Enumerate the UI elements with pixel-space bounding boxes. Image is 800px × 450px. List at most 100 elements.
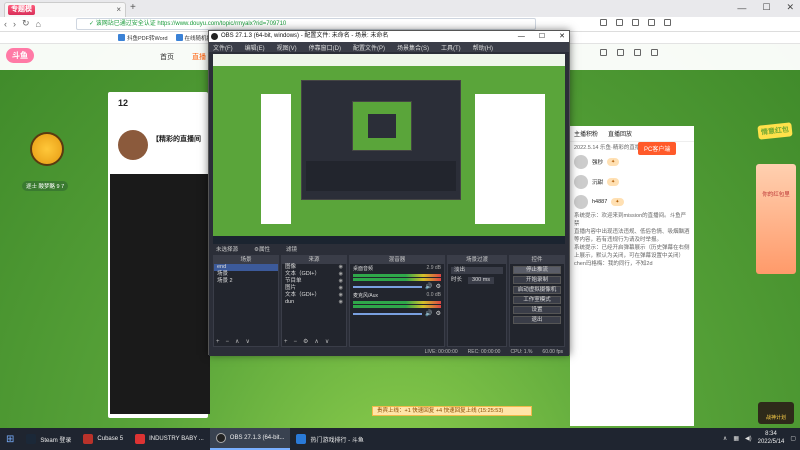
tray-up-icon[interactable]: ∧ [723, 435, 727, 442]
site-logo[interactable]: 斗鱼 [6, 48, 34, 63]
source-item[interactable]: 节目单 ◉ [282, 278, 346, 285]
taskbar-item[interactable]: INDUSTRY BABY ... [129, 428, 210, 450]
network-icon[interactable]: ▦ [733, 435, 739, 442]
menu-view[interactable]: 视图(V) [277, 43, 297, 52]
clock[interactable]: 8:34 2022/5/14 [758, 430, 785, 446]
volume-slider[interactable] [353, 285, 423, 288]
settings-button[interactable]: 设置 [513, 306, 561, 314]
menu-help[interactable]: 帮助(H) [473, 43, 493, 52]
obs-preview-canvas[interactable] [213, 54, 565, 244]
volume-icon[interactable]: ◀) [745, 435, 752, 442]
scenes-dock: 场景 end 场景 场景 2 + − ∧ ∨ [213, 255, 279, 347]
chat-user-row[interactable]: 强秒 ✦ [570, 152, 694, 172]
video-player[interactable] [110, 174, 210, 414]
add-icon[interactable]: + [216, 339, 220, 345]
chat-user-row[interactable]: 沉甜 ✦ [570, 172, 694, 192]
stop-streaming-button[interactable]: 停止推流 [513, 266, 561, 274]
taskbar-item[interactable]: OBS 27.1.3 (64-bit... [209, 428, 291, 450]
browser-tab[interactable]: 专题模 × [4, 2, 126, 17]
eye-icon[interactable]: ◉ [339, 285, 343, 292]
red-envelope-panel[interactable]: 你的红包里 [756, 164, 796, 274]
maximize-icon[interactable]: ☐ [762, 2, 770, 13]
transition-select[interactable]: 淡出 [451, 267, 503, 274]
taskbar-item[interactable]: 热门游戏排行 - 斗鱼 [290, 428, 369, 450]
start-button[interactable]: ⊞ [0, 428, 20, 450]
mixer-dock: 混音器 桌面音频 2.9 dB 🔊 ⚙ 麦克风/Aux 0.0 dB 🔊 ⚙ [349, 255, 445, 347]
close-icon[interactable]: ✕ [786, 2, 794, 13]
virtual-camera-button[interactable]: 启动虚拟摄像机 [513, 286, 561, 294]
chat-user-row[interactable]: h4887 ✦ [570, 192, 694, 212]
home-icon[interactable]: ⌂ [36, 19, 41, 29]
menu-icon[interactable] [648, 19, 655, 26]
back-icon[interactable]: ‹ [4, 19, 7, 29]
eye-icon[interactable]: ◉ [339, 271, 343, 278]
remove-icon[interactable]: − [226, 339, 230, 345]
eye-icon[interactable]: ◉ [339, 264, 343, 271]
url-input[interactable]: ✓ 该网站已通过安全认证 https://www.douyu.com/topic… [76, 18, 536, 30]
source-item[interactable]: 图片 ◉ [282, 285, 346, 292]
eye-icon[interactable]: ◉ [339, 299, 343, 306]
scene-item[interactable]: 场景 2 [214, 278, 278, 285]
source-item[interactable]: 文本（GDI+） ◉ [282, 292, 346, 299]
menu-edit[interactable]: 编辑(E) [245, 43, 265, 52]
source-item[interactable]: dun ◉ [282, 299, 346, 306]
tab-fans[interactable]: 主播积粉 [574, 129, 598, 138]
gear-icon[interactable]: ⚙ [436, 310, 441, 317]
down-icon[interactable]: ∨ [245, 338, 249, 345]
taskbar-item[interactable]: Cubase 5 [77, 428, 129, 450]
forward-icon[interactable]: › [13, 19, 16, 29]
start-recording-button[interactable]: 开始录制 [513, 276, 561, 284]
tab-close-icon[interactable]: × [116, 5, 121, 14]
menu-file[interactable]: 文件(F) [213, 43, 233, 52]
settings-icon[interactable] [664, 19, 671, 26]
add-icon[interactable]: + [284, 339, 288, 345]
pc-client-button[interactable]: PC客户端 [638, 142, 677, 155]
anchor-avatar[interactable] [118, 130, 148, 160]
history-icon[interactable] [616, 19, 623, 26]
eye-icon[interactable]: ◉ [339, 278, 343, 285]
minimize-icon[interactable]: — [518, 31, 525, 42]
speaker-icon[interactable]: 🔊 [425, 310, 432, 317]
bookmark-item[interactable]: 抖鱼PDF转Word [118, 34, 168, 42]
scene-item[interactable]: end [214, 264, 278, 271]
message-icon[interactable] [617, 49, 624, 56]
taskbar-item[interactable]: Steam 登录 [20, 428, 77, 450]
avatar[interactable] [651, 49, 658, 56]
remove-icon[interactable]: − [294, 339, 298, 345]
gear-icon[interactable]: ⚙ [303, 338, 308, 345]
search-icon[interactable] [600, 49, 607, 56]
reload-icon[interactable]: ↻ [22, 18, 30, 29]
exit-button[interactable]: 退出 [513, 316, 561, 324]
duration-input[interactable]: 300 ms [468, 277, 495, 284]
menu-scene-collection[interactable]: 场景集合(S) [397, 43, 429, 52]
tab-replay[interactable]: 直播回放 [608, 129, 632, 138]
maximize-icon[interactable]: ☐ [539, 31, 545, 42]
notification-icon[interactable]: ▢ [790, 435, 796, 442]
source-item[interactable]: 图像 ◉ [282, 264, 346, 271]
up-icon[interactable]: ∧ [235, 338, 239, 345]
speaker-icon[interactable]: 🔊 [425, 283, 432, 290]
nav-link-live[interactable]: 直播 [192, 52, 206, 62]
bee-mascot-icon [30, 132, 64, 166]
menu-profile[interactable]: 配置文件(P) [353, 43, 385, 52]
studio-mode-button[interactable]: 工作室模式 [513, 296, 561, 304]
filters-button[interactable]: 滤镜 [286, 245, 297, 253]
properties-button[interactable]: ⚙属性 [254, 245, 270, 253]
volume-slider[interactable] [353, 312, 423, 315]
down-icon[interactable]: ∨ [325, 338, 329, 345]
minimize-icon[interactable]: — [737, 3, 746, 13]
gear-icon[interactable]: ⚙ [436, 283, 441, 290]
scene-item[interactable]: 场景 [214, 271, 278, 278]
eye-icon[interactable]: ◉ [339, 292, 343, 299]
download-icon[interactable] [632, 19, 639, 26]
nav-link-home[interactable]: 首页 [160, 52, 174, 62]
new-tab-button[interactable]: + [130, 2, 136, 13]
vip-badge[interactable]: 战神计划 [758, 402, 794, 424]
up-icon[interactable]: ∧ [314, 338, 318, 345]
history-icon[interactable] [634, 49, 641, 56]
source-item[interactable]: 文本（GDI+） ◉ [282, 271, 346, 278]
extension-icon[interactable] [600, 19, 607, 26]
menu-tools[interactable]: 工具(T) [441, 43, 461, 52]
close-icon[interactable]: ✕ [559, 31, 565, 42]
menu-docks[interactable]: 停靠窗口(D) [309, 43, 341, 52]
